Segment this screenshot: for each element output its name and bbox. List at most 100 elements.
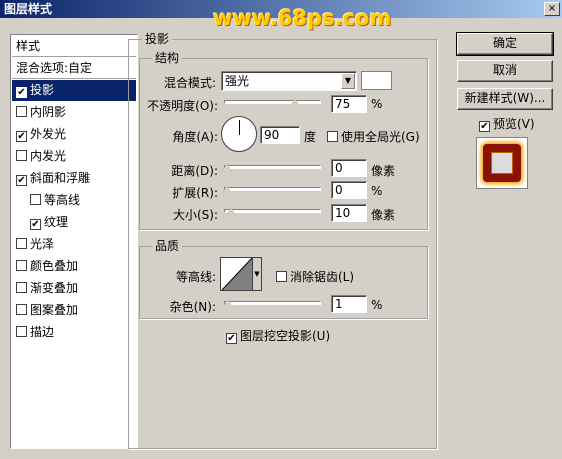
anti-alias-checkbox[interactable] <box>276 271 287 282</box>
style-item-label: 纹理 <box>44 215 69 229</box>
global-light-label: 使用全局光(G) <box>341 130 420 144</box>
size-unit: 像素 <box>371 208 396 222</box>
noise-slider[interactable] <box>224 301 321 305</box>
style-item-label: 渐变叠加 <box>30 281 79 295</box>
style-item-label: 光泽 <box>30 237 55 251</box>
opacity-input[interactable]: 75 <box>331 95 367 113</box>
contour-dropdown-icon[interactable]: ▼ <box>252 258 261 290</box>
opacity-unit: % <box>371 97 383 111</box>
contour-curve-icon <box>222 258 252 290</box>
style-item-checkbox[interactable] <box>16 238 27 249</box>
cancel-button[interactable]: 取消 <box>457 60 553 82</box>
angle-input[interactable]: 90 <box>260 126 300 144</box>
style-item-checkbox[interactable]: ✔ <box>30 219 41 230</box>
noise-input[interactable]: 1 <box>331 295 367 313</box>
style-item-label: 内发光 <box>30 149 67 163</box>
window-title: 图层样式 <box>4 2 53 16</box>
size-slider-thumb[interactable] <box>225 207 236 216</box>
distance-slider-thumb[interactable] <box>222 163 232 172</box>
distance-input[interactable]: 0 <box>331 159 367 177</box>
style-item-checkbox[interactable] <box>16 304 27 315</box>
blend-color-swatch[interactable] <box>361 71 392 90</box>
style-item-checkbox[interactable] <box>16 150 27 161</box>
style-item[interactable]: 描边 <box>12 322 136 343</box>
style-item-label: 等高线 <box>44 193 81 207</box>
close-button[interactable]: × <box>544 2 560 16</box>
style-item[interactable]: 图案叠加 <box>12 300 136 321</box>
style-item[interactable]: ✔ 斜面和浮雕 <box>12 168 136 189</box>
style-item-checkbox[interactable] <box>16 282 27 293</box>
noise-label: 杂色(N): <box>169 300 216 314</box>
style-item-checkbox[interactable] <box>16 326 27 337</box>
style-item[interactable]: ✔ 外发光 <box>12 124 136 145</box>
opacity-label: 不透明度(O): <box>147 99 218 113</box>
anti-alias-option[interactable]: 消除锯齿(L) <box>276 268 354 285</box>
spread-label: 扩展(R): <box>172 186 218 200</box>
style-item[interactable]: ✔ 纹理 <box>12 212 136 233</box>
style-item-label: 颜色叠加 <box>30 259 79 273</box>
knockout-label: 图层挖空投影(U) <box>240 329 331 343</box>
drop-shadow-title: 投影 <box>142 32 173 46</box>
angle-unit: 度 <box>304 130 317 144</box>
style-item[interactable]: 混合选项:自定 <box>12 58 136 79</box>
opacity-slider[interactable] <box>224 100 321 104</box>
size-label: 大小(S): <box>172 208 218 222</box>
preview-label: 预览(V) <box>493 117 535 131</box>
angle-dial[interactable] <box>221 116 257 152</box>
spread-input[interactable]: 0 <box>331 181 367 199</box>
close-icon: × <box>547 3 557 14</box>
style-item[interactable]: 内阴影 <box>12 102 136 123</box>
style-item-label: 斜面和浮雕 <box>30 171 91 185</box>
style-item[interactable]: 渐变叠加 <box>12 278 136 299</box>
styles-header: 样式 <box>12 36 136 57</box>
preview-inner <box>491 152 513 174</box>
blend-mode-select[interactable]: 强光 ▼ <box>221 71 357 91</box>
blend-mode-label: 混合模式: <box>163 76 216 90</box>
new-style-button[interactable]: 新建样式(W)... <box>457 88 553 110</box>
style-item[interactable]: 颜色叠加 <box>12 256 136 277</box>
noise-slider-thumb[interactable] <box>222 299 233 308</box>
style-item-label: 描边 <box>30 325 55 339</box>
style-item-checkbox[interactable] <box>30 194 41 205</box>
style-item[interactable]: ✔ 投影 <box>12 80 136 101</box>
contour-picker[interactable]: ▼ <box>220 257 262 291</box>
preview-checkbox[interactable]: ✔ <box>479 121 490 132</box>
spread-unit: % <box>371 184 383 198</box>
quality-title: 品质 <box>152 239 183 253</box>
spread-slider[interactable] <box>224 187 321 191</box>
distance-slider[interactable] <box>224 165 321 169</box>
distance-label: 距离(D): <box>171 164 218 178</box>
ok-button[interactable]: 确定 <box>456 32 554 56</box>
blend-mode-value: 强光 <box>225 74 250 88</box>
style-item-checkbox[interactable] <box>16 106 27 117</box>
contour-label: 等高线: <box>175 270 216 284</box>
anti-alias-label: 消除锯齿(L) <box>290 270 355 284</box>
opacity-slider-thumb[interactable] <box>290 98 301 107</box>
chevron-down-icon[interactable]: ▼ <box>341 73 355 89</box>
style-item-checkbox[interactable]: ✔ <box>16 131 27 142</box>
spread-slider-thumb[interactable] <box>222 185 232 194</box>
knockout-option[interactable]: ✔ 图层挖空投影(U) <box>226 327 330 344</box>
size-slider[interactable] <box>224 209 321 213</box>
preview-thumbnail <box>476 137 528 189</box>
style-item[interactable]: 内发光 <box>12 146 136 167</box>
knockout-checkbox[interactable]: ✔ <box>226 333 237 344</box>
style-item[interactable]: 光泽 <box>12 234 136 255</box>
style-item[interactable]: 等高线 <box>12 190 136 211</box>
style-item-label: 混合选项:自定 <box>16 61 93 75</box>
angle-label: 角度(A): <box>172 130 218 144</box>
style-item-label: 图案叠加 <box>30 303 79 317</box>
style-item-label: 投影 <box>30 83 55 97</box>
preview-option[interactable]: ✔ 预览(V) <box>479 115 535 132</box>
global-light-checkbox[interactable] <box>327 131 338 142</box>
style-item-label: 外发光 <box>30 127 67 141</box>
global-light-option[interactable]: 使用全局光(G) <box>327 128 420 145</box>
style-item-label: 内阴影 <box>30 105 67 119</box>
style-item-checkbox[interactable]: ✔ <box>16 87 27 98</box>
style-item-checkbox[interactable]: ✔ <box>16 175 27 186</box>
size-input[interactable]: 10 <box>331 204 367 222</box>
style-item-checkbox[interactable] <box>16 260 27 271</box>
distance-unit: 像素 <box>371 164 396 178</box>
noise-unit: % <box>371 298 383 312</box>
watermark-text: www.68ps.com <box>213 6 392 30</box>
